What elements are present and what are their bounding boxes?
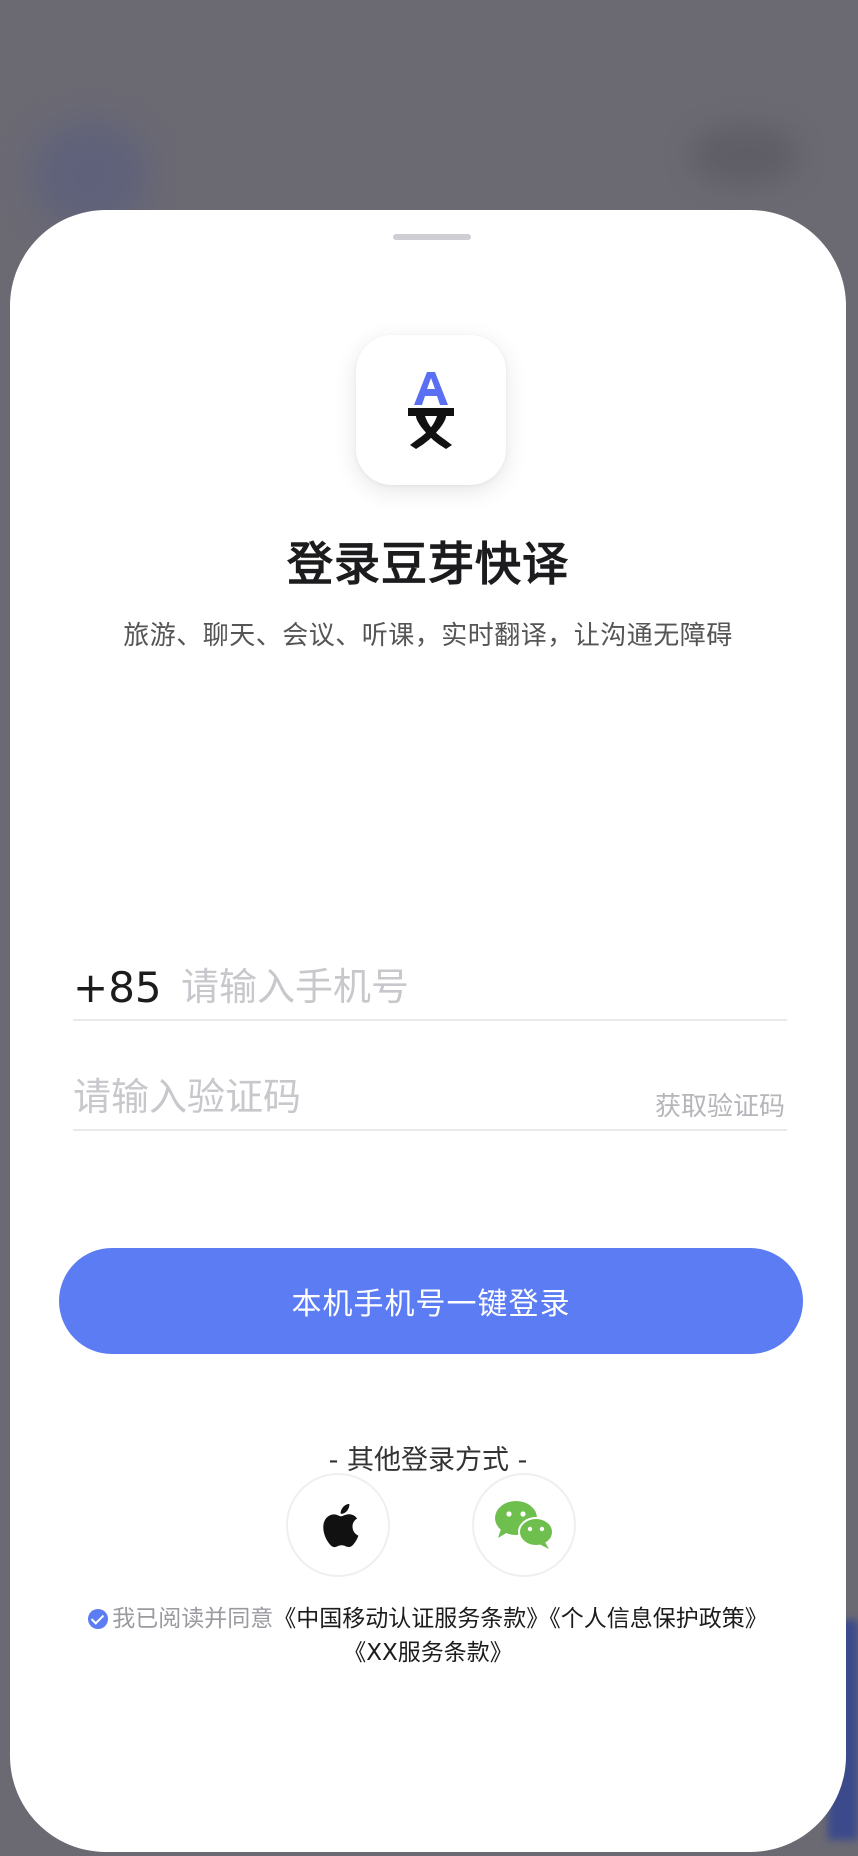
translate-icon [408,372,454,449]
phone-input[interactable] [181,965,741,1009]
other-login-title: - 其他登录方式 - [328,1445,528,1476]
wechat-login-button[interactable] [472,1473,576,1577]
country-code-selector[interactable]: +85 [73,963,181,1012]
sheet-grabber[interactable] [393,234,471,240]
login-sheet: 登录豆芽快译 旅游、聊天、会议、听课，实时翻译，让沟通无障碍 +85 获取验证码… [10,210,846,1852]
service-terms-link[interactable]: 《XX服务条款》 [343,1640,513,1666]
agreement-checkbox[interactable] [88,1609,109,1629]
page-subtitle: 旅游、聊天、会议、听课，实时翻译，让沟通无障碍 [123,621,733,651]
apple-login-button[interactable] [286,1473,390,1577]
verification-code-input[interactable] [73,1075,593,1119]
agreement-text: 我已阅读并同意《中国移动认证服务条款》《个人信息保护政策》 《XX服务条款》 [10,1602,846,1670]
verification-code-field: 获取验证码 [73,1065,787,1131]
cmcc-terms-link[interactable]: 《中国移动认证服务条款》 [273,1606,549,1632]
wechat-icon [495,1501,554,1549]
privacy-policy-link[interactable]: 《个人信息保护政策》 [549,1606,768,1632]
phone-field: +85 [73,955,787,1021]
one-click-login-button[interactable]: 本机手机号一键登录 [59,1248,803,1354]
apple-icon [323,1503,359,1548]
get-code-button[interactable]: 获取验证码 [655,1086,785,1123]
agreement-prefix: 我已阅读并同意 [112,1606,274,1632]
page-title: 登录豆芽快译 [287,537,569,591]
background-blur [690,125,800,185]
app-logo [356,335,506,485]
